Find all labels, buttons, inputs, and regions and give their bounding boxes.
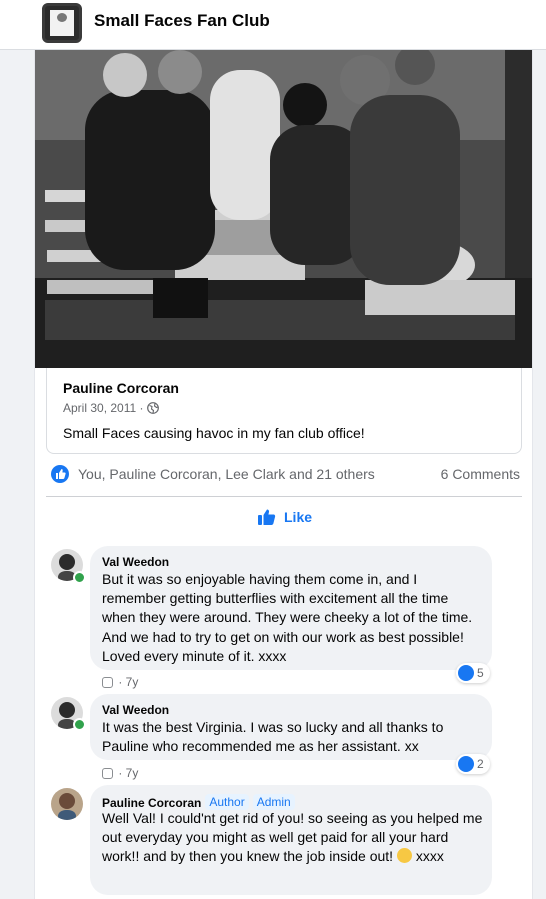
- shared-post-date[interactable]: April 30, 2011 ·: [63, 401, 147, 415]
- post-photo[interactable]: [35, 50, 532, 368]
- comment-bubble: Val Weedon It was the best Virginia. I w…: [90, 694, 492, 760]
- reaction-names[interactable]: You, Pauline Corcoran, Lee Clark and 21 …: [78, 466, 375, 482]
- comment-text: Well Val! I could'nt get rid of you! so …: [102, 809, 484, 867]
- group-title[interactable]: Small Faces Fan Club: [94, 11, 270, 31]
- shared-post-box[interactable]: Pauline Corcoran April 30, 2011 · Small …: [46, 368, 522, 454]
- photo-illustration: [35, 50, 532, 368]
- comment-time[interactable]: 7y: [126, 675, 139, 689]
- thumbs-up-icon: [258, 509, 276, 525]
- comment-bubble: Val Weedon But it was so enjoyable havin…: [90, 546, 492, 670]
- comment-bubble: Pauline Corcoran Author Admin Well Val! I …: [90, 785, 492, 895]
- edited-icon: [102, 768, 113, 779]
- like-reaction-icon: [458, 756, 474, 772]
- shared-post-author[interactable]: Pauline Corcoran: [63, 380, 179, 396]
- edited-icon: [102, 677, 113, 688]
- shared-post-meta: April 30, 2011 ·: [63, 401, 159, 415]
- online-status-indicator: [73, 571, 86, 584]
- comment-meta: · 7y: [102, 766, 138, 780]
- reaction-count: 2: [477, 757, 484, 771]
- comment-reaction-count[interactable]: 5: [456, 663, 490, 683]
- comment-author[interactable]: Pauline Corcoran: [102, 796, 201, 810]
- group-header: Small Faces Fan Club: [0, 0, 546, 50]
- reaction-count: 5: [477, 666, 484, 680]
- group-avatar[interactable]: [42, 3, 82, 43]
- comment-time[interactable]: 7y: [126, 766, 139, 780]
- online-status-indicator: [73, 718, 86, 731]
- divider: [46, 496, 522, 497]
- admin-badge: Admin: [252, 794, 295, 810]
- comment-author-line: Pauline Corcoran Author Admin: [102, 794, 295, 810]
- like-reaction-icon: [458, 665, 474, 681]
- comment-meta: · 7y: [102, 675, 138, 689]
- comments-count[interactable]: 6 Comments: [441, 466, 520, 482]
- reactions-summary: You, Pauline Corcoran, Lee Clark and 21 …: [51, 465, 520, 487]
- comment-text-end: xxxx: [411, 848, 444, 865]
- like-label: Like: [284, 509, 313, 525]
- comment-author[interactable]: Val Weedon: [102, 703, 169, 717]
- comment-text: It was the best Virginia. I was so lucky…: [102, 719, 444, 755]
- smiley-emoji-icon: [396, 848, 412, 864]
- globe-icon: [146, 402, 159, 414]
- commenter-avatar[interactable]: [51, 788, 83, 820]
- comment-author[interactable]: Val Weedon: [102, 555, 169, 569]
- like-reaction-icon: [51, 465, 69, 483]
- shared-post-text: Small Faces causing havoc in my fan club…: [63, 425, 365, 441]
- comment-reaction-count[interactable]: 2: [456, 754, 490, 774]
- author-badge: Author: [205, 794, 249, 810]
- post-card: Pauline Corcoran April 30, 2011 · Small …: [34, 50, 533, 899]
- comment-text: But it was so enjoyable having them come…: [102, 571, 473, 664]
